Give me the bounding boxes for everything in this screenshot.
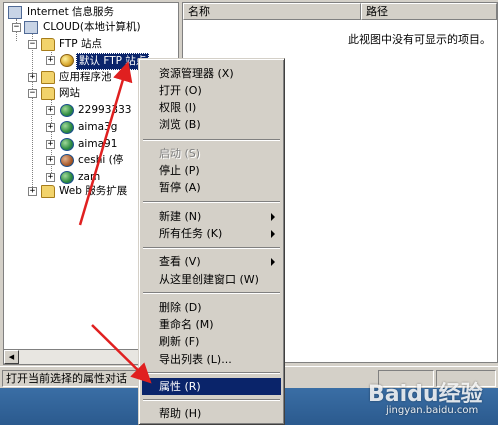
menu-separator	[143, 139, 280, 141]
expand-icon[interactable]: +	[28, 187, 37, 196]
ftp-site-icon	[60, 54, 74, 67]
menu-item-properties[interactable]: 属性 (R)	[142, 378, 281, 395]
menu-item-view[interactable]: 查看 (V)	[142, 253, 281, 270]
menu-separator	[143, 292, 280, 294]
menu-item-delete[interactable]: 删除 (D)	[142, 299, 281, 316]
column-header-name[interactable]: 名称	[183, 3, 361, 20]
menu-item-all-tasks-label: 所有任务 (K)	[159, 227, 223, 240]
menu-item-new-window[interactable]: 从这里创建窗口 (W)	[142, 271, 281, 288]
folder-icon	[41, 185, 55, 198]
watermark-brand: Baidu经验	[368, 382, 483, 407]
website-globe-icon	[60, 104, 74, 117]
submenu-arrow-icon	[271, 230, 275, 238]
menu-separator	[143, 247, 280, 249]
collapse-icon[interactable]: −	[28, 89, 37, 98]
column-header-path[interactable]: 路径	[361, 3, 497, 20]
tree-item-cloud[interactable]: − CLOUD(本地计算机)	[6, 20, 178, 35]
iis-icon	[8, 6, 22, 19]
menu-item-explorer[interactable]: 资源管理器 (X)	[142, 65, 281, 82]
menu-separator	[143, 399, 280, 401]
menu-item-refresh[interactable]: 刷新 (F)	[142, 333, 281, 350]
menu-item-view-label: 查看 (V)	[159, 255, 201, 268]
expand-icon[interactable]: +	[46, 106, 55, 115]
context-menu[interactable]: 资源管理器 (X) 打开 (O) 权限 (I) 浏览 (B) 启动 (S) 停止…	[138, 58, 285, 425]
folder-icon	[41, 87, 55, 100]
menu-item-new-label: 新建 (N)	[159, 210, 202, 223]
website-globe-icon	[60, 138, 74, 151]
menu-item-help[interactable]: 帮助 (H)	[142, 405, 281, 422]
menu-item-rename[interactable]: 重命名 (M)	[142, 316, 281, 333]
website-globe-icon	[60, 121, 74, 134]
expand-icon[interactable]: +	[46, 123, 55, 132]
expand-icon[interactable]: +	[46, 173, 55, 182]
folder-icon	[41, 71, 55, 84]
computer-icon	[24, 21, 38, 34]
tree-item-ftp-sites[interactable]: − FTP 站点	[6, 37, 178, 52]
menu-item-permissions[interactable]: 权限 (I)	[142, 99, 281, 116]
expand-icon[interactable]: +	[46, 140, 55, 149]
menu-item-open[interactable]: 打开 (O)	[142, 82, 281, 99]
watermark-url: jingyan.baidu.com	[386, 405, 479, 416]
empty-list-message: 此视图中没有可显示的项目。	[348, 33, 491, 46]
website-stopped-icon	[60, 154, 74, 167]
menu-item-stop[interactable]: 停止 (P)	[142, 162, 281, 179]
menu-item-start: 启动 (S)	[159, 147, 201, 160]
menu-item-export-list[interactable]: 导出列表 (L)...	[142, 351, 281, 368]
menu-item-new[interactable]: 新建 (N)	[142, 208, 281, 225]
expand-icon[interactable]: +	[46, 156, 55, 165]
menu-item-browse[interactable]: 浏览 (B)	[142, 116, 281, 133]
collapse-icon[interactable]: −	[12, 23, 21, 32]
folder-icon	[41, 38, 55, 51]
website-globe-icon	[60, 171, 74, 184]
menu-separator	[143, 372, 280, 374]
menu-item-all-tasks[interactable]: 所有任务 (K)	[142, 225, 281, 242]
status-text: 打开当前选择的属性对话	[2, 370, 139, 387]
menu-separator	[143, 201, 280, 203]
submenu-arrow-icon	[271, 213, 275, 221]
submenu-arrow-icon	[271, 258, 275, 266]
expand-icon[interactable]: +	[46, 56, 55, 65]
menu-item-pause[interactable]: 暂停 (A)	[142, 179, 281, 196]
tree-item-iis-root[interactable]: Internet 信息服务	[6, 5, 178, 20]
scroll-left-icon[interactable]: ◀	[4, 350, 19, 364]
collapse-icon[interactable]: −	[28, 40, 37, 49]
baidu-watermark: Baidu经验 jingyan.baidu.com	[328, 374, 496, 424]
expand-icon[interactable]: +	[28, 73, 37, 82]
